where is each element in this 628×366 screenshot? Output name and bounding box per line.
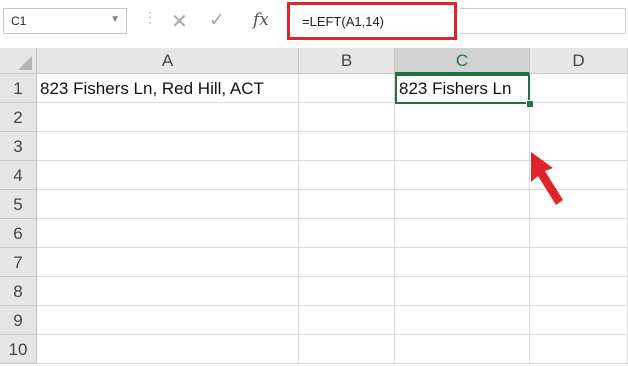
select-all-button[interactable] <box>0 48 37 74</box>
cell-c5[interactable] <box>395 190 530 219</box>
cell-a5[interactable] <box>37 190 299 219</box>
cell-c9[interactable] <box>395 306 530 335</box>
insert-function-icon[interactable]: fx <box>253 10 269 30</box>
cell-c10[interactable] <box>395 335 530 364</box>
row-header-1[interactable]: 1 <box>0 74 37 103</box>
cell-d2[interactable] <box>530 103 628 132</box>
column-header-a[interactable]: A <box>37 48 299 74</box>
cell-b5[interactable] <box>299 190 395 219</box>
column-header-c[interactable]: C <box>395 48 530 74</box>
cell-a4[interactable] <box>37 161 299 190</box>
row-header-4[interactable]: 4 <box>0 161 37 190</box>
cell-c6[interactable] <box>395 219 530 248</box>
cell-a7[interactable] <box>37 248 299 277</box>
cell-d6[interactable] <box>530 219 628 248</box>
cell-c2[interactable] <box>395 103 530 132</box>
row-header-6[interactable]: 6 <box>0 219 37 248</box>
cell-b2[interactable] <box>299 103 395 132</box>
cell-a9[interactable] <box>37 306 299 335</box>
cell-a2[interactable] <box>37 103 299 132</box>
row-header-9[interactable]: 9 <box>0 306 37 335</box>
formula-input[interactable]: =LEFT(A1,14) <box>287 2 457 40</box>
cell-b9[interactable] <box>299 306 395 335</box>
row-header-7[interactable]: 7 <box>0 248 37 277</box>
cell-c3[interactable] <box>395 132 530 161</box>
cell-b1[interactable] <box>299 74 395 103</box>
cell-d10[interactable] <box>530 335 628 364</box>
cell-c8[interactable] <box>395 277 530 306</box>
cell-b8[interactable] <box>299 277 395 306</box>
row-header-10[interactable]: 10 <box>0 335 37 364</box>
row-header-8[interactable]: 8 <box>0 277 37 306</box>
select-all-triangle-icon <box>18 56 32 70</box>
cell-c4[interactable] <box>395 161 530 190</box>
enter-icon[interactable]: ✓ <box>209 9 225 32</box>
cell-a6[interactable] <box>37 219 299 248</box>
cell-b7[interactable] <box>299 248 395 277</box>
cell-d1[interactable] <box>530 74 628 103</box>
column-header-b[interactable]: B <box>299 48 395 74</box>
cell-d7[interactable] <box>530 248 628 277</box>
formula-bar-extension[interactable] <box>460 8 626 34</box>
chevron-down-icon[interactable]: ▼ <box>110 14 120 25</box>
cell-c7[interactable] <box>395 248 530 277</box>
cancel-icon[interactable]: ✕ <box>171 9 188 34</box>
cell-a10[interactable] <box>37 335 299 364</box>
cell-d8[interactable] <box>530 277 628 306</box>
row-header-5[interactable]: 5 <box>0 190 37 219</box>
column-header-d[interactable]: D <box>530 48 628 74</box>
formula-text: =LEFT(A1,14) <box>302 14 385 29</box>
cell-d9[interactable] <box>530 306 628 335</box>
cell-b3[interactable] <box>299 132 395 161</box>
name-box[interactable]: C1 ▼ <box>3 8 127 34</box>
cell-c1[interactable]: 823 Fishers Ln <box>395 74 530 103</box>
cell-b10[interactable] <box>299 335 395 364</box>
formula-bar: C1 ▼ ⋮ ✕ ✓ fx =LEFT(A1,14) <box>0 0 628 44</box>
cell-a1[interactable]: 823 Fishers Ln, Red Hill, ACT <box>37 74 299 103</box>
cell-b6[interactable] <box>299 219 395 248</box>
red-arrow-icon <box>531 152 563 205</box>
fill-handle[interactable] <box>526 100 534 108</box>
spreadsheet-grid: A B C D 1 823 Fishers Ln, Red Hill, ACT 82… <box>0 48 628 366</box>
cell-b4[interactable] <box>299 161 395 190</box>
name-box-value: C1 <box>11 14 27 28</box>
cell-a8[interactable] <box>37 277 299 306</box>
cell-a3[interactable] <box>37 132 299 161</box>
separator-dots-icon: ⋮ <box>143 9 157 25</box>
row-header-3[interactable]: 3 <box>0 132 37 161</box>
row-header-2[interactable]: 2 <box>0 103 37 132</box>
